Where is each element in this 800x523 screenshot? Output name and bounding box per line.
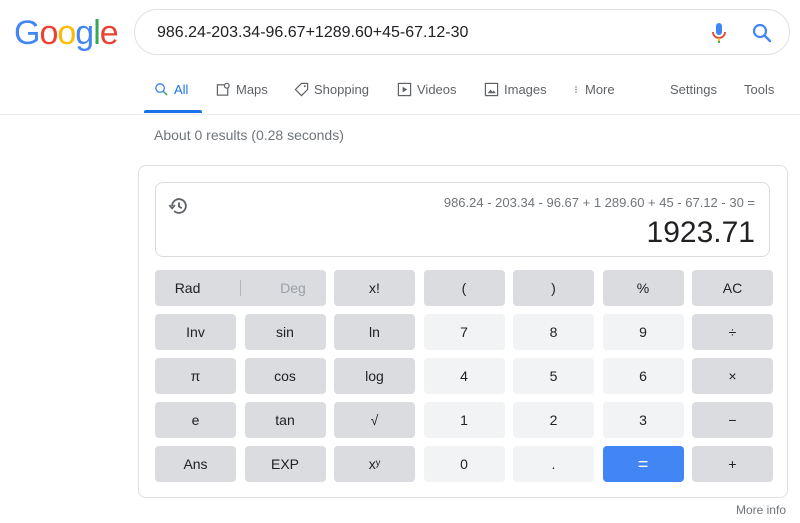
close-paren-key[interactable]: ) xyxy=(513,270,594,306)
map-icon xyxy=(216,82,230,96)
tab-settings[interactable]: Settings xyxy=(670,82,717,97)
play-icon xyxy=(397,82,412,97)
logo-letter: o xyxy=(39,14,58,52)
tab-label: Videos xyxy=(417,82,457,97)
digit-8-key[interactable]: 8 xyxy=(513,314,594,350)
tab-label: Shopping xyxy=(314,82,369,97)
e-key[interactable]: e xyxy=(155,402,236,438)
search-icon[interactable] xyxy=(751,22,773,44)
power-key[interactable]: xʸ xyxy=(334,446,415,482)
open-paren-key[interactable]: ( xyxy=(423,270,505,306)
digit-5-key[interactable]: 5 xyxy=(513,358,594,394)
google-logo[interactable]: Google xyxy=(14,14,119,53)
calculator-card: 986.24 - 203.34 - 96.67 + 1 289.60 + 45 … xyxy=(138,165,788,498)
tab-more[interactable]: More xyxy=(572,82,615,97)
tab-label: Images xyxy=(504,82,547,97)
tab-maps[interactable]: Maps xyxy=(216,82,268,97)
sin-key[interactable]: sin xyxy=(244,314,326,350)
calculator-result: 1923.71 xyxy=(646,216,755,249)
tab-label: Maps xyxy=(236,82,268,97)
log-key[interactable]: log xyxy=(334,358,415,394)
divider xyxy=(239,280,241,296)
tab-label: More xyxy=(585,82,615,97)
logo-letter: G xyxy=(14,14,40,52)
tab-label: All xyxy=(174,82,189,97)
sqrt-key[interactable]: √ xyxy=(334,402,415,438)
logo-letter: g xyxy=(75,14,94,52)
all-clear-key[interactable]: AC xyxy=(692,270,773,306)
ans-key[interactable]: Ans xyxy=(155,446,236,482)
ln-key[interactable]: ln xyxy=(334,314,415,350)
tag-icon xyxy=(294,82,309,97)
factorial-key[interactable]: x! xyxy=(334,270,415,306)
add-key[interactable]: + xyxy=(692,446,773,482)
more-vert-icon xyxy=(575,86,577,93)
tab-videos[interactable]: Videos xyxy=(397,82,457,97)
multiply-key[interactable]: × xyxy=(692,358,773,394)
divide-key[interactable]: ÷ xyxy=(692,314,773,350)
rad-deg-toggle[interactable]: Rad Deg xyxy=(155,270,326,306)
digit-9-key[interactable]: 9 xyxy=(602,314,684,350)
deg-button[interactable]: Deg xyxy=(280,280,306,296)
cos-key[interactable]: cos xyxy=(244,358,326,394)
result-stats: About 0 results (0.28 seconds) xyxy=(154,127,344,143)
history-icon[interactable] xyxy=(168,195,190,217)
digit-7-key[interactable]: 7 xyxy=(423,314,505,350)
rad-button[interactable]: Rad xyxy=(175,280,201,296)
digit-4-key[interactable]: 4 xyxy=(423,358,505,394)
subtract-key[interactable]: − xyxy=(692,402,773,438)
image-icon xyxy=(484,82,499,97)
pi-key[interactable]: π xyxy=(155,358,236,394)
calculator-keypad: Rad Deg x! ( ) % AC Inv sin ln 7 8 9 ÷ π… xyxy=(155,270,773,482)
digit-3-key[interactable]: 3 xyxy=(602,402,684,438)
search-tabs: All Maps Shopping Videos Images More Set… xyxy=(0,70,800,115)
inv-key[interactable]: Inv xyxy=(155,314,236,350)
decimal-key[interactable]: . xyxy=(513,446,594,482)
calculator-display: 986.24 - 203.34 - 96.67 + 1 289.60 + 45 … xyxy=(155,182,770,257)
tab-images[interactable]: Images xyxy=(484,82,547,97)
search-icon xyxy=(155,83,168,96)
tab-all[interactable]: All xyxy=(154,82,188,97)
percent-key[interactable]: % xyxy=(602,270,684,306)
tan-key[interactable]: tan xyxy=(244,402,326,438)
equals-key[interactable]: = xyxy=(602,446,684,482)
search-box xyxy=(134,9,790,55)
digit-1-key[interactable]: 1 xyxy=(423,402,505,438)
mic-icon[interactable] xyxy=(711,22,727,44)
digit-6-key[interactable]: 6 xyxy=(602,358,684,394)
calculator-expression: 986.24 - 203.34 - 96.67 + 1 289.60 + 45 … xyxy=(443,195,755,210)
logo-letter: o xyxy=(57,14,76,52)
digit-0-key[interactable]: 0 xyxy=(423,446,505,482)
tab-tools[interactable]: Tools xyxy=(744,82,774,97)
tab-label: Settings xyxy=(670,82,717,97)
tab-label: Tools xyxy=(744,82,775,97)
exp-key[interactable]: EXP xyxy=(244,446,326,482)
active-tab-indicator xyxy=(144,110,202,113)
search-input[interactable] xyxy=(155,18,679,48)
logo-letter: e xyxy=(99,14,119,52)
digit-2-key[interactable]: 2 xyxy=(513,402,594,438)
more-info-link[interactable]: More info xyxy=(736,503,786,517)
tab-shopping[interactable]: Shopping xyxy=(294,82,369,97)
